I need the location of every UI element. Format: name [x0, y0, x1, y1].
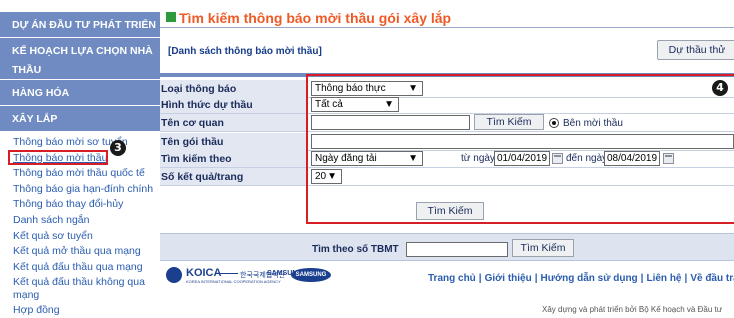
partner-logos: KOICA KOREA INTERNATIONAL COOPERATION AG…	[166, 267, 416, 285]
footer-link-home[interactable]: Trang chủ	[428, 273, 476, 284]
sidebar-item-dau-thau-qua-mang[interactable]: Kết quả đấu thầu qua mạng	[0, 261, 160, 277]
title-arrow-icon	[166, 12, 176, 22]
dry-run-button[interactable]: Dự thầu thử	[657, 40, 734, 60]
bid-form-label: Hình thức dự thầu	[160, 96, 306, 114]
footer-separator: |	[478, 273, 482, 284]
tbmt-label: Tìm theo số TBMT	[312, 244, 399, 255]
sidebar-item-mo-thau-qua-mang[interactable]: Kết quả mở thầu qua mạng	[0, 245, 160, 261]
search-by-label: Tìm kiếm theo	[160, 150, 306, 168]
annotation-badge-3: 3	[110, 140, 126, 156]
sidebar-header-xay-lap[interactable]: XÂY LẮP	[0, 106, 160, 132]
notice-list-link[interactable]: [Danh sách thông báo mời thầu]	[168, 46, 322, 57]
sidebar-item-gia-han[interactable]: Thông báo gia hạn-đính chính	[0, 183, 160, 199]
per-page-label: Số kết quả/trang	[160, 168, 306, 186]
footer-link-about[interactable]: Giới thiệu	[485, 273, 532, 284]
sidebar-header-du-an[interactable]: DỰ ÁN ĐẦU TƯ PHÁT TRIỂN	[0, 12, 160, 38]
samsung-logo: SAMSUNG	[291, 268, 331, 282]
sidebar-header-ke-hoach[interactable]: KẾ HOẠCH LỰA CHỌN NHÀ THẦU	[0, 38, 160, 80]
sidebar-item-danh-sach-ngan[interactable]: Danh sách ngắn	[0, 214, 160, 230]
title-divider	[160, 27, 734, 28]
footer-separator: |	[534, 273, 538, 284]
footer-link-guide[interactable]: Hướng dẫn sử dụng	[541, 273, 638, 284]
sidebar-item-hop-dong[interactable]: Hợp đồng	[0, 304, 160, 318]
filter-highlight-box	[306, 74, 734, 224]
page-title: Tìm kiếm thông báo mời thầu gói xây lắp	[166, 10, 451, 26]
tbmt-input[interactable]	[406, 242, 508, 257]
annotation-badge-4: 4	[712, 80, 728, 96]
active-item-highlight	[8, 150, 108, 165]
sidebar-item-ket-qua-so-tuyen[interactable]: Kết quả sơ tuyển	[0, 230, 160, 246]
footer-link-contact[interactable]: Liên hệ	[646, 273, 681, 284]
sidebar-item-dau-thau-khong-qua-mang[interactable]: Kết quả đấu thầu không qua mạng	[0, 276, 150, 304]
package-label: Tên gói thầu	[160, 133, 306, 151]
tbmt-search-button[interactable]: Tìm Kiếm	[512, 239, 574, 257]
sidebar-item-thay-doi-huy[interactable]: Thông báo thay đổi-hủy	[0, 198, 160, 214]
tbmt-search-bar: Tìm theo số TBMT Tìm Kiếm	[160, 233, 734, 261]
koica-logo-line	[220, 273, 238, 274]
koica-logo-icon	[166, 267, 182, 283]
footer-credit: Xây dựng và phát triển bởi Bộ Kế hoạch v…	[542, 305, 723, 314]
footer-separator: |	[684, 273, 688, 284]
footer-link-top[interactable]: Về đầu trang	[690, 273, 734, 284]
sidebar-item-moi-thau-quoc-te[interactable]: Thông báo mời thầu quốc tế	[0, 167, 160, 183]
agency-label: Tên cơ quan	[160, 114, 306, 132]
koica-logo-text: KOICA	[186, 267, 222, 279]
sidebar-header-hang-hoa[interactable]: HÀNG HÓA	[0, 80, 160, 106]
footer-nav: Trang chủ | Giới thiệu | Hướng dẫn sử dụng | L…	[428, 273, 734, 284]
page-title-text: Tìm kiếm thông báo mời thầu gói xây lắp	[179, 10, 452, 26]
